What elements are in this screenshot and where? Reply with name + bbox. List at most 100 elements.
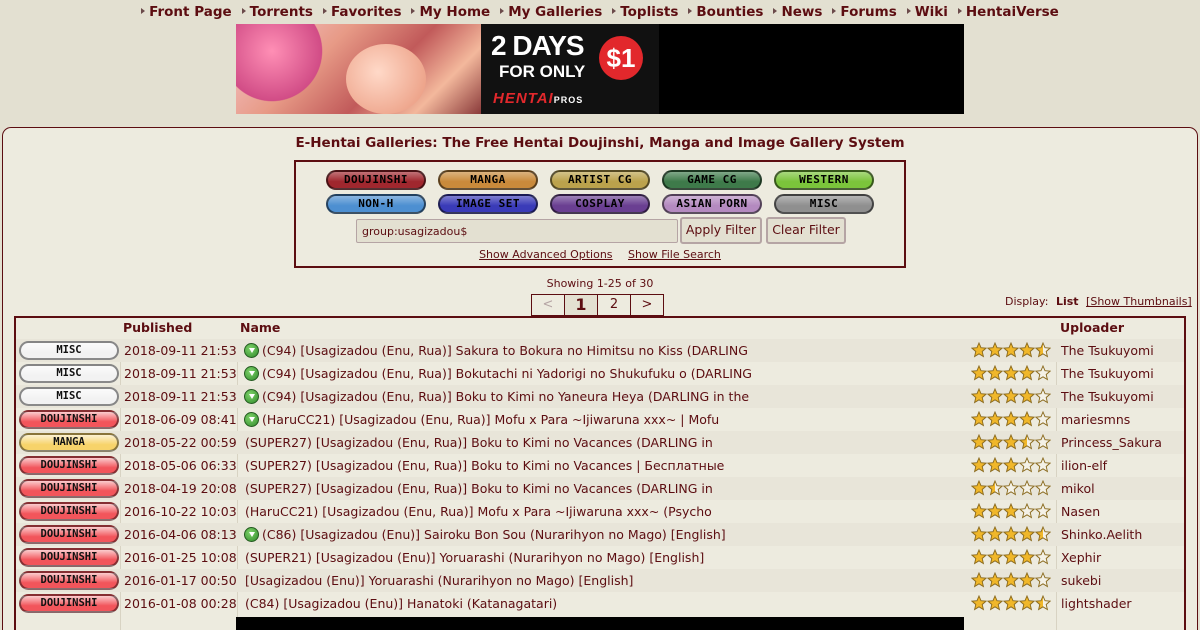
search-box: DOUJINSHI MANGA ARTIST CG GAME CG WESTERN NON… [294, 160, 906, 268]
row-uploader-link[interactable]: The Tsukuyomi [1061, 366, 1154, 381]
category-misc[interactable]: MISC [774, 194, 874, 214]
star-icon [1034, 479, 1052, 496]
row-published-date: 2016-10-22 10:03 [124, 504, 237, 519]
nav-item-bounties[interactable]: Bounties [688, 4, 763, 20]
row-category-badge[interactable]: DOUJINSHI [19, 410, 119, 429]
row-uploader-link[interactable]: mariesmns [1061, 412, 1130, 427]
nav-item-front-page[interactable]: Front Page [141, 4, 232, 20]
nav-item-wiki[interactable]: Wiki [906, 4, 948, 20]
nav-item-toplists[interactable]: Toplists [612, 4, 678, 20]
row-category-badge[interactable]: MISC [19, 341, 119, 360]
category-manga[interactable]: MANGA [438, 170, 538, 190]
torrent-download-icon[interactable] [244, 366, 259, 381]
row-uploader-link[interactable]: mikol [1061, 481, 1095, 496]
row-gallery-title[interactable]: (C86) [Usagizadou (Enu)] Sairoku Bon Sou… [262, 527, 962, 542]
show-thumbnails-link[interactable]: [Show Thumbnails] [1086, 295, 1192, 308]
row-uploader-link[interactable]: Princess_Sakura [1061, 435, 1162, 450]
nav-arrow-icon [773, 8, 778, 14]
page-2-button[interactable]: 2 [597, 294, 631, 316]
row-published-date: 2018-05-22 00:59 [124, 435, 237, 450]
apply-filter-button[interactable]: Apply Filter [680, 217, 762, 244]
row-category-badge[interactable]: MISC [19, 364, 119, 383]
row-published-date: 2018-05-06 06:33 [124, 458, 237, 473]
row-gallery-title[interactable]: (SUPER27) [Usagizadou (Enu, Rua)] Boku t… [245, 458, 945, 473]
torrent-download-icon[interactable] [244, 412, 259, 427]
row-category-badge[interactable]: MANGA [19, 433, 119, 452]
category-artist-cg[interactable]: ARTIST CG [550, 170, 650, 190]
star-icon [1018, 387, 1036, 404]
star-icon [970, 502, 988, 519]
row-rating-stars [970, 548, 1053, 566]
star-icon [986, 594, 1004, 611]
nav-item-label: Toplists [620, 4, 679, 20]
star-icon [1002, 502, 1020, 519]
search-options-links: Show Advanced Options Show File Search [296, 248, 904, 261]
nav-item-news[interactable]: News [773, 4, 822, 20]
row-category-badge[interactable]: DOUJINSHI [19, 571, 119, 590]
star-icon [970, 525, 988, 542]
ad-price-badge: $1 [599, 36, 643, 80]
row-gallery-title[interactable]: (C94) [Usagizadou (Enu, Rua)] Boku to Ki… [262, 389, 962, 404]
category-image-set[interactable]: IMAGE SET [438, 194, 538, 214]
row-uploader-link[interactable]: Nasen [1061, 504, 1100, 519]
row-category-badge[interactable]: DOUJINSHI [19, 525, 119, 544]
star-icon [986, 502, 1004, 519]
row-uploader-link[interactable]: Shinko.Aelith [1061, 527, 1142, 542]
star-icon [986, 525, 1004, 542]
bottom-advertisement-banner[interactable] [236, 617, 964, 630]
row-gallery-title[interactable]: (C84) [Usagizadou (Enu)] Hanatoki (Katan… [245, 596, 945, 611]
star-icon [970, 341, 988, 358]
nav-item-favorites[interactable]: Favorites [322, 4, 401, 20]
table-row: DOUJINSHI 2016-10-22 10:03 (HaruCC21) [Usa… [16, 500, 1184, 523]
row-rating-stars [970, 341, 1053, 359]
row-uploader-link[interactable]: Xephir [1061, 550, 1101, 565]
row-gallery-title[interactable]: (SUPER21) [Usagizadou (Enu)] Yoruarashi … [245, 550, 945, 565]
category-cosplay[interactable]: COSPLAY [550, 194, 650, 214]
row-category-badge[interactable]: DOUJINSHI [19, 502, 119, 521]
next-page-button[interactable]: > [630, 294, 664, 316]
row-gallery-title[interactable]: (HaruCC21) [Usagizadou (Enu, Rua)] Mofu … [245, 504, 945, 519]
nav-item-my-galleries[interactable]: My Galleries [500, 4, 602, 20]
row-gallery-title[interactable]: (SUPER27) [Usagizadou (Enu, Rua)] Boku t… [245, 481, 945, 496]
category-game-cg[interactable]: GAME CG [662, 170, 762, 190]
row-category-badge[interactable]: DOUJINSHI [19, 548, 119, 567]
torrent-download-icon[interactable] [244, 389, 259, 404]
nav-arrow-icon [241, 8, 246, 14]
nav-item-my-home[interactable]: My Home [411, 4, 490, 20]
nav-item-forums[interactable]: Forums [832, 4, 897, 20]
row-category-badge[interactable]: DOUJINSHI [19, 456, 119, 475]
row-gallery-title[interactable]: (HaruCC21) [Usagizadou (Enu, Rua)] Mofu … [262, 412, 962, 427]
star-icon [1018, 433, 1036, 450]
category-western[interactable]: WESTERN [774, 170, 874, 190]
nav-arrow-icon [832, 8, 837, 14]
table-row: DOUJINSHI 2016-01-08 00:28 (C84) [Usagizad… [16, 592, 1184, 615]
show-advanced-options-link[interactable]: Show Advanced Options [479, 248, 612, 261]
search-input[interactable] [356, 219, 678, 243]
row-gallery-title[interactable]: (C94) [Usagizadou (Enu, Rua)] Bokutachi … [262, 366, 962, 381]
row-gallery-title[interactable]: (C94) [Usagizadou (Enu, Rua)] Sakura to … [262, 343, 962, 358]
row-gallery-title[interactable]: (SUPER27) [Usagizadou (Enu, Rua)] Boku t… [245, 435, 945, 450]
star-icon [1018, 525, 1036, 542]
show-file-search-link[interactable]: Show File Search [628, 248, 721, 261]
row-uploader-link[interactable]: ilion-elf [1061, 458, 1107, 473]
nav-item-torrents[interactable]: Torrents [241, 4, 313, 20]
advertisement-banner[interactable]: 2 DAYS FOR ONLY $1 HENTAIPROS [236, 24, 964, 114]
category-doujinshi[interactable]: DOUJINSHI [326, 170, 426, 190]
category-non-h[interactable]: NON-H [326, 194, 426, 214]
table-row: DOUJINSHI 2018-06-09 08:41 (HaruCC21) [Usa… [16, 408, 1184, 431]
category-asian-porn[interactable]: ASIAN PORN [662, 194, 762, 214]
torrent-download-icon[interactable] [244, 343, 259, 358]
nav-arrow-icon [411, 8, 416, 14]
row-gallery-title[interactable]: [Usagizadou (Enu)] Yoruarashi (Nurarihyo… [245, 573, 945, 588]
row-uploader-link[interactable]: lightshader [1061, 596, 1132, 611]
page-1-button: 1 [564, 294, 598, 316]
row-category-badge[interactable]: MISC [19, 387, 119, 406]
row-uploader-link[interactable]: sukebi [1061, 573, 1101, 588]
row-category-badge[interactable]: DOUJINSHI [19, 594, 119, 613]
nav-item-hentaiverse[interactable]: HentaiVerse [957, 4, 1059, 20]
torrent-download-icon[interactable] [244, 527, 259, 542]
row-uploader-link[interactable]: The Tsukuyomi [1061, 389, 1154, 404]
row-category-badge[interactable]: DOUJINSHI [19, 479, 119, 498]
row-uploader-link[interactable]: The Tsukuyomi [1061, 343, 1154, 358]
clear-filter-button[interactable]: Clear Filter [766, 217, 846, 244]
